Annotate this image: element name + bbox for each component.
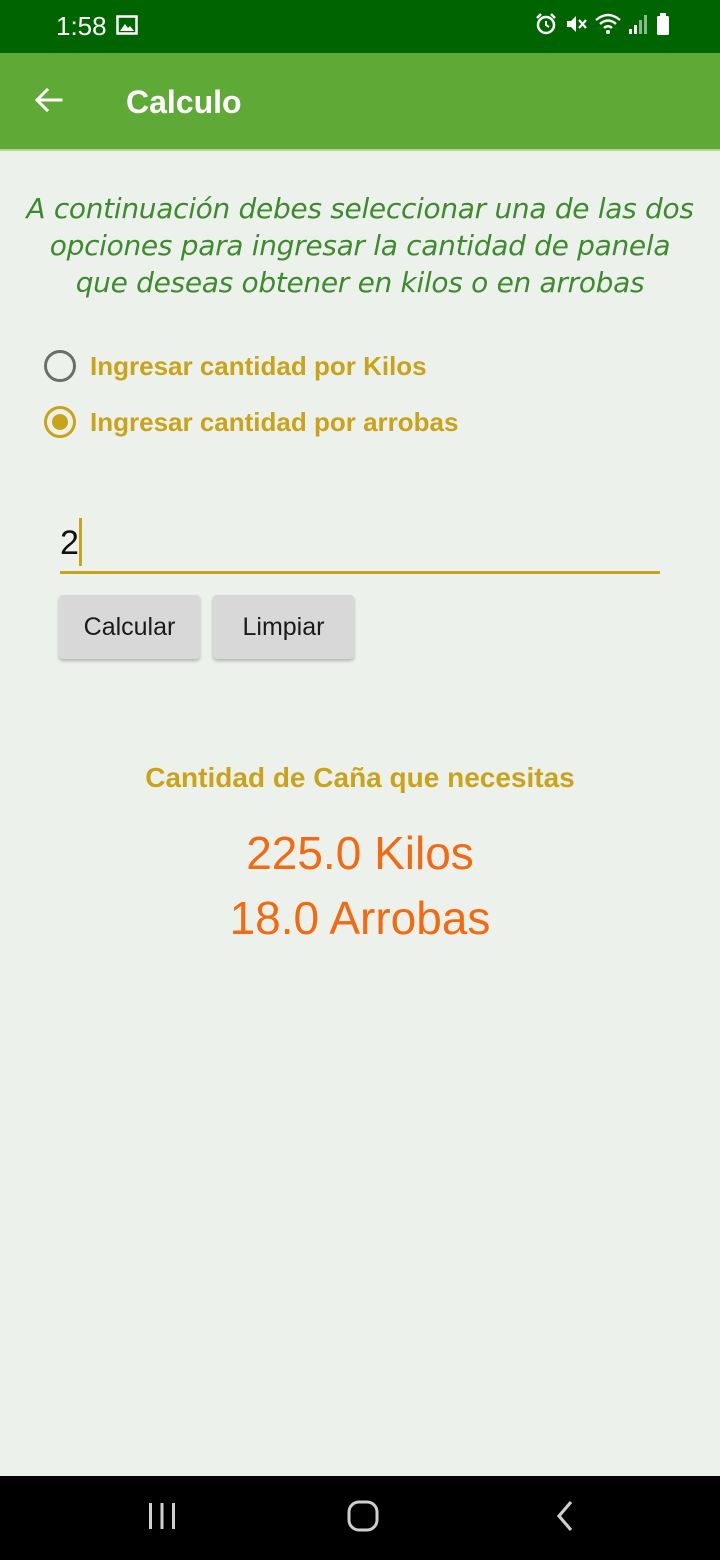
status-icons: [534, 12, 670, 40]
radio-dot: [52, 414, 68, 430]
radio-label-kilos: Ingresar cantidad por Kilos: [90, 350, 427, 381]
arrow-left-icon: [33, 84, 65, 121]
signal-icon: [628, 12, 650, 41]
calculate-button[interactable]: Calcular: [59, 595, 200, 659]
navigation-bar: [0, 1476, 720, 1560]
radio-option-kilos[interactable]: Ingresar cantidad por Kilos: [44, 346, 427, 386]
radio-label-arrobas: Ingresar cantidad por arrobas: [90, 406, 459, 437]
quantity-input-container: [60, 516, 660, 574]
radio-option-arrobas[interactable]: Ingresar cantidad por arrobas: [44, 402, 458, 442]
recent-apps-button[interactable]: [132, 1494, 192, 1542]
status-bar: 1:58: [0, 0, 720, 53]
wifi-icon: [594, 12, 622, 41]
radio-checked-icon[interactable]: [44, 406, 76, 438]
quantity-input[interactable]: [60, 520, 620, 566]
instructions-text: A continuación debes seleccionar una de …: [26, 192, 694, 299]
nav-back-button[interactable]: [535, 1494, 595, 1542]
home-button[interactable]: [333, 1494, 393, 1542]
text-cursor: [79, 518, 82, 566]
radio-unchecked-icon[interactable]: [44, 350, 76, 382]
result-kilos: 225.0 Kilos: [246, 827, 474, 879]
page-title: Calculo: [126, 84, 242, 120]
back-button[interactable]: [24, 77, 74, 127]
battery-icon: [656, 12, 670, 41]
back-icon: [554, 1499, 576, 1538]
mute-icon: [564, 12, 588, 41]
app-bar: Calculo: [0, 53, 720, 151]
clear-button[interactable]: Limpiar: [213, 595, 354, 659]
status-time: 1:58: [56, 11, 107, 41]
result-arrobas: 18.0 Arrobas: [229, 892, 491, 944]
recent-apps-icon: [146, 1501, 178, 1536]
gallery-icon: [116, 14, 138, 36]
home-icon: [346, 1499, 380, 1538]
result-heading: Cantidad de Caña que necesitas: [145, 762, 575, 793]
alarm-icon: [534, 12, 558, 41]
